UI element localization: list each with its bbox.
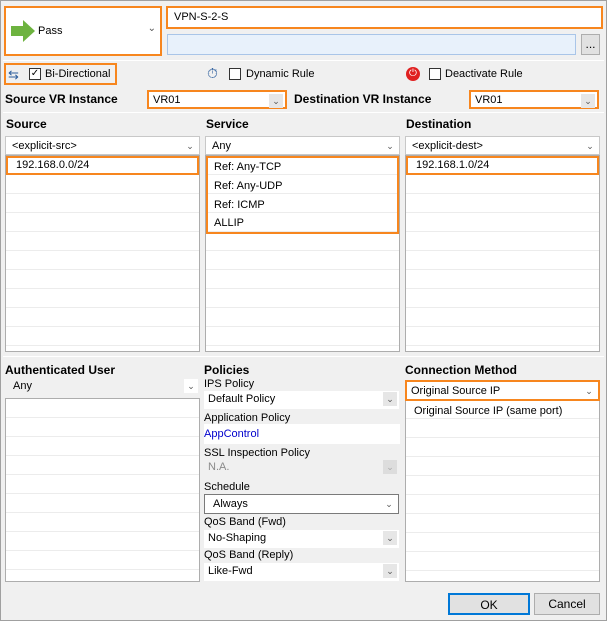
chevron-down-icon: ⌄: [186, 141, 194, 151]
action-select[interactable]: Pass ⌄: [4, 6, 162, 56]
ips-policy-value: Default Policy: [208, 393, 276, 405]
qos-reply-select[interactable]: Like-Fwd ⌄: [204, 563, 399, 581]
ips-policy-label: IPS Policy: [204, 378, 255, 390]
chevron-down-icon: ⌄: [581, 94, 595, 108]
schedule-label: Schedule: [204, 481, 250, 493]
ssl-inspection-value: N.A.: [208, 461, 230, 473]
deactivate-rule-label: Deactivate Rule: [445, 68, 523, 80]
auth-user-list[interactable]: [5, 398, 200, 582]
destination-vr-label: Destination VR Instance: [294, 92, 432, 106]
bidirectional-arrows-icon: ⇆: [8, 67, 19, 82]
chevron-down-icon: ⌄: [147, 23, 156, 34]
chevron-down-icon: ⌄: [385, 499, 393, 509]
auth-user-value: Any: [13, 380, 32, 392]
ssl-inspection-label: SSL Inspection Policy: [204, 447, 310, 459]
stopwatch-icon: ⏱: [207, 65, 218, 81]
list-item[interactable]: Ref: Any-UDP: [208, 177, 397, 196]
bidirectional-option[interactable]: ⇆ ✓ Bi-Directional: [4, 63, 117, 85]
qos-fwd-select[interactable]: No-Shaping ⌄: [204, 530, 399, 548]
dynamic-rule-checkbox[interactable]: [229, 68, 241, 80]
ok-button[interactable]: OK: [448, 593, 530, 615]
bidirectional-checkbox[interactable]: ✓: [29, 68, 41, 80]
list-item[interactable]: 192.168.0.0/24: [6, 156, 199, 175]
connection-method-value: Original Source IP: [411, 385, 501, 397]
list-item[interactable]: Original Source IP (same port): [406, 402, 599, 421]
green-arrow-icon: [11, 20, 35, 42]
source-select[interactable]: <explicit-src> ⌄: [5, 136, 200, 155]
chevron-down-icon: ⌄: [383, 460, 397, 474]
destination-select[interactable]: <explicit-dest> ⌄: [405, 136, 600, 155]
auth-user-select[interactable]: Any ⌄: [5, 377, 200, 396]
qos-reply-value: Like-Fwd: [208, 565, 253, 577]
chevron-down-icon: ⌄: [184, 379, 198, 393]
chevron-down-icon: ⌄: [586, 141, 594, 151]
rule-name-input[interactable]: VPN-S-2-S: [166, 6, 603, 29]
source-vr-select[interactable]: VR01 ⌄: [147, 90, 287, 109]
qos-reply-label: QoS Band (Reply): [204, 549, 294, 561]
source-list[interactable]: 192.168.0.0/24: [5, 155, 200, 352]
connection-method-select[interactable]: Original Source IP ⌄: [405, 380, 600, 401]
service-select[interactable]: Any ⌄: [205, 136, 400, 155]
auth-user-header: Authenticated User: [5, 363, 116, 377]
chevron-down-icon: ⌄: [269, 94, 283, 108]
application-policy-label: Application Policy: [204, 412, 291, 424]
ssl-inspection-select: N.A. ⌄: [204, 459, 399, 477]
application-policy-link[interactable]: AppControl: [204, 424, 400, 444]
connection-method-list[interactable]: Original Source IP (same port): [405, 380, 600, 582]
bidirectional-label: Bi-Directional: [45, 68, 111, 80]
chevron-down-icon: ⌄: [383, 531, 397, 545]
destination-list[interactable]: 192.168.1.0/24: [405, 155, 600, 352]
connection-method-header: Connection Method: [405, 363, 517, 377]
service-list[interactable]: Ref: Any-TCP Ref: Any-UDP Ref: ICMP ALLI…: [205, 155, 400, 352]
ips-policy-select[interactable]: Default Policy ⌄: [204, 391, 399, 409]
chevron-down-icon: ⌄: [585, 386, 593, 396]
service-selection: Ref: Any-TCP Ref: Any-UDP Ref: ICMP ALLI…: [206, 156, 399, 234]
service-header: Service: [206, 117, 249, 131]
chevron-down-icon: ⌄: [383, 564, 397, 578]
destination-header: Destination: [406, 117, 472, 131]
source-header: Source: [6, 117, 47, 131]
service-select-value: Any: [212, 140, 231, 152]
schedule-value: Always: [213, 498, 248, 510]
cancel-button[interactable]: Cancel: [534, 593, 600, 615]
destination-vr-value: VR01: [475, 94, 503, 106]
dynamic-rule-label: Dynamic Rule: [246, 68, 315, 80]
destination-vr-select[interactable]: VR01 ⌄: [469, 90, 599, 109]
action-label: Pass: [38, 25, 63, 37]
chevron-down-icon: ⌄: [383, 392, 397, 406]
chevron-down-icon: ⌄: [386, 141, 394, 151]
schedule-select[interactable]: Always ⌄: [204, 494, 399, 514]
source-vr-value: VR01: [153, 94, 181, 106]
source-select-value: <explicit-src>: [12, 140, 77, 152]
deactivate-rule-checkbox[interactable]: [429, 68, 441, 80]
qos-fwd-label: QoS Band (Fwd): [204, 516, 286, 528]
policies-header: Policies: [204, 363, 250, 377]
list-item[interactable]: Ref: Any-TCP: [208, 158, 397, 177]
destination-select-value: <explicit-dest>: [412, 140, 483, 152]
comment-input[interactable]: [167, 34, 576, 55]
qos-fwd-value: No-Shaping: [208, 532, 267, 544]
source-vr-label: Source VR Instance: [5, 92, 118, 106]
list-item[interactable]: Ref: ICMP: [208, 196, 397, 215]
list-item[interactable]: 192.168.1.0/24: [406, 156, 599, 175]
list-item[interactable]: ALLIP: [208, 215, 397, 232]
power-icon: ⏻: [406, 67, 420, 81]
more-button[interactable]: ...: [581, 34, 600, 55]
